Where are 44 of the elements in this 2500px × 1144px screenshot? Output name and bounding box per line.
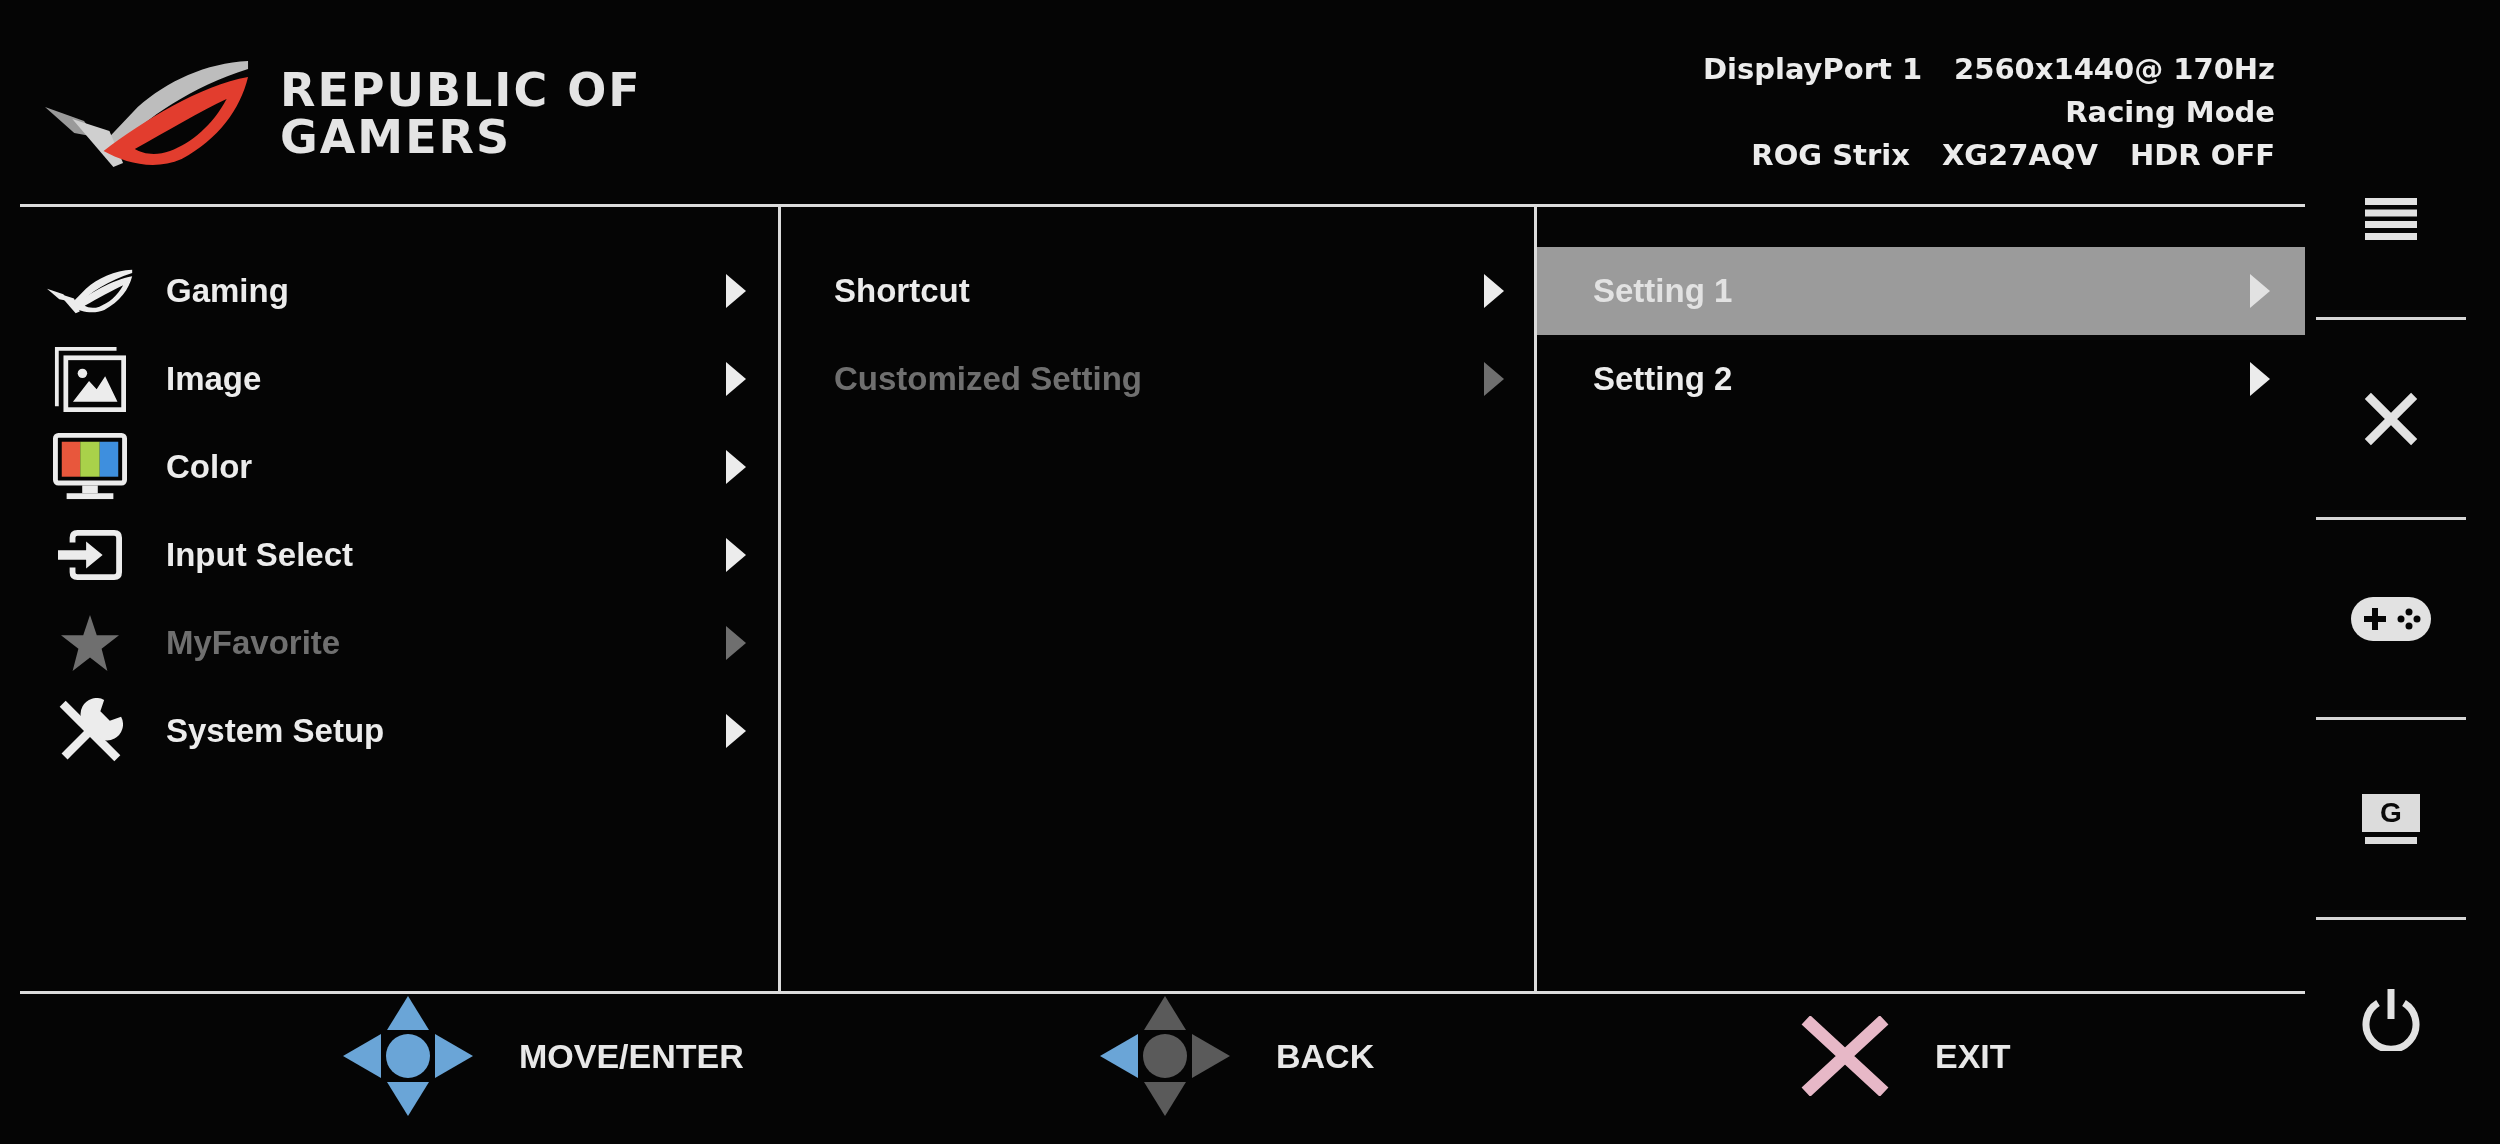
star-icon <box>61 615 119 671</box>
eye-icon <box>47 268 133 314</box>
monitor-color-bars-icon <box>53 433 127 501</box>
key-hint-label: EXIT <box>1935 1036 2011 1076</box>
menu-item[interactable]: MyFavorite <box>20 599 778 687</box>
menu-item[interactable]: Image <box>20 335 778 423</box>
caret-right-icon <box>2250 362 2270 396</box>
caret-right-icon <box>726 538 746 572</box>
menu-option[interactable]: Setting 2 <box>1537 335 2305 423</box>
key-hint-label: BACK <box>1276 1036 1375 1076</box>
submenu-item[interactable]: Customized Setting <box>781 335 1534 423</box>
status-text: ROG Strix <box>1751 137 1910 174</box>
caret-right-icon <box>726 626 746 660</box>
caret-right-icon <box>726 362 746 396</box>
status-text: XG27AQV <box>1941 137 2098 174</box>
menu-icon[interactable] <box>2365 197 2417 240</box>
input-arrow-icon <box>58 530 122 580</box>
close-icon[interactable] <box>2364 391 2418 446</box>
status-text: Racing Mode <box>2065 94 2275 131</box>
caret-right-icon <box>726 274 746 308</box>
menu-item[interactable]: Gaming <box>20 247 778 335</box>
menu-item[interactable]: Input Select <box>20 511 778 599</box>
status-text: 2560x1440@ 170Hz <box>1954 51 2275 88</box>
submenu-item[interactable]: Shortcut <box>781 247 1534 335</box>
menu-item[interactable]: Color <box>20 423 778 511</box>
key-hint-label: MOVE/ENTER <box>519 1036 744 1076</box>
caret-right-icon <box>726 714 746 748</box>
caret-right-icon <box>1484 362 1504 396</box>
brand-wordmark: REPUBLIC OF <box>280 67 642 114</box>
dpad-icon <box>343 996 473 1116</box>
caret-right-icon <box>2250 274 2270 308</box>
gamepad-icon[interactable] <box>2351 596 2431 641</box>
picture-icon <box>54 346 126 412</box>
menu-item[interactable]: System Setup <box>20 687 778 775</box>
status-text: HDR OFF <box>2129 137 2275 174</box>
brand-wordmark: GAMERS <box>280 114 512 161</box>
status-text: DisplayPort 1 <box>1702 51 1923 88</box>
caret-right-icon <box>726 450 746 484</box>
caret-right-icon <box>1484 274 1504 308</box>
eye-logo-icon <box>45 59 250 169</box>
close-icon <box>1801 1016 1889 1096</box>
power-icon[interactable] <box>2361 989 2421 1051</box>
dpad-icon <box>1100 996 1230 1116</box>
tools-icon <box>57 698 123 764</box>
